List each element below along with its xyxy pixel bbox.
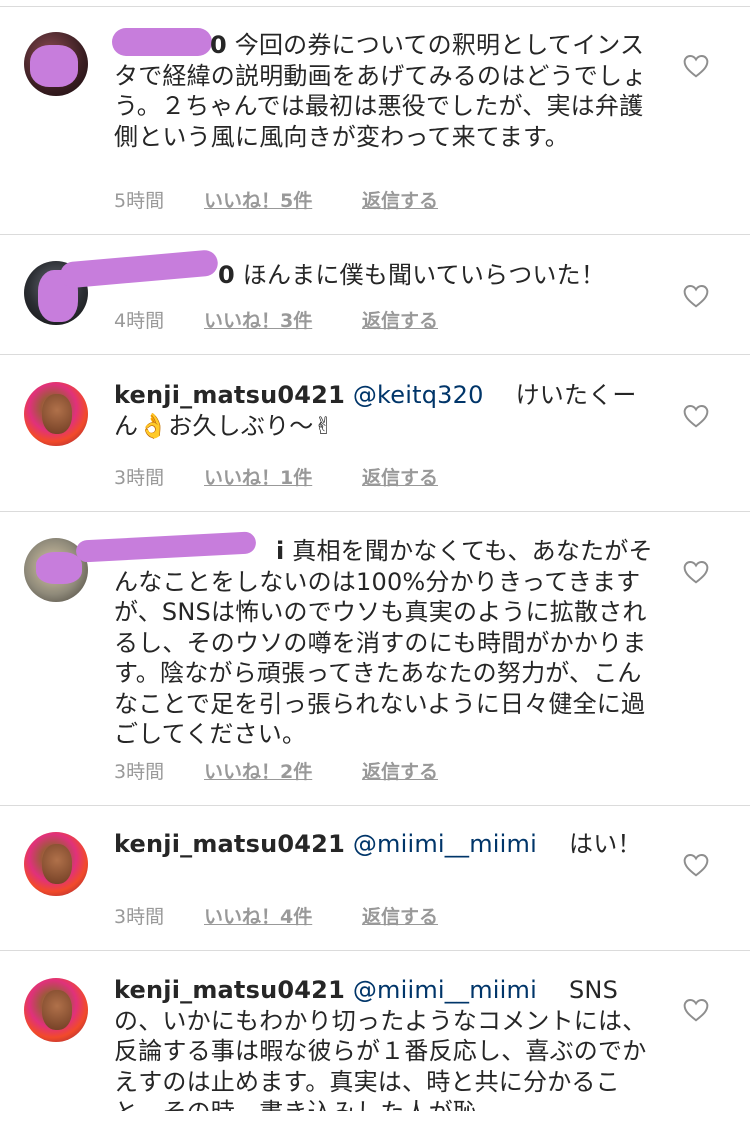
- username[interactable]: kenji_matsu0421: [114, 976, 345, 1004]
- mention-link[interactable]: @miimi__miimi: [353, 976, 537, 1004]
- heart-outline-icon[interactable]: [683, 998, 709, 1022]
- comment-item: kenji_matsu0421 @miimi__miimi SNSの、いかにもわ…: [0, 0, 750, 1121]
- avatar-face: [42, 990, 72, 1030]
- user-avatar[interactable]: [24, 978, 88, 1042]
- comment-text: kenji_matsu0421 @miimi__miimi SNSの、いかにもわ…: [114, 975, 654, 1111]
